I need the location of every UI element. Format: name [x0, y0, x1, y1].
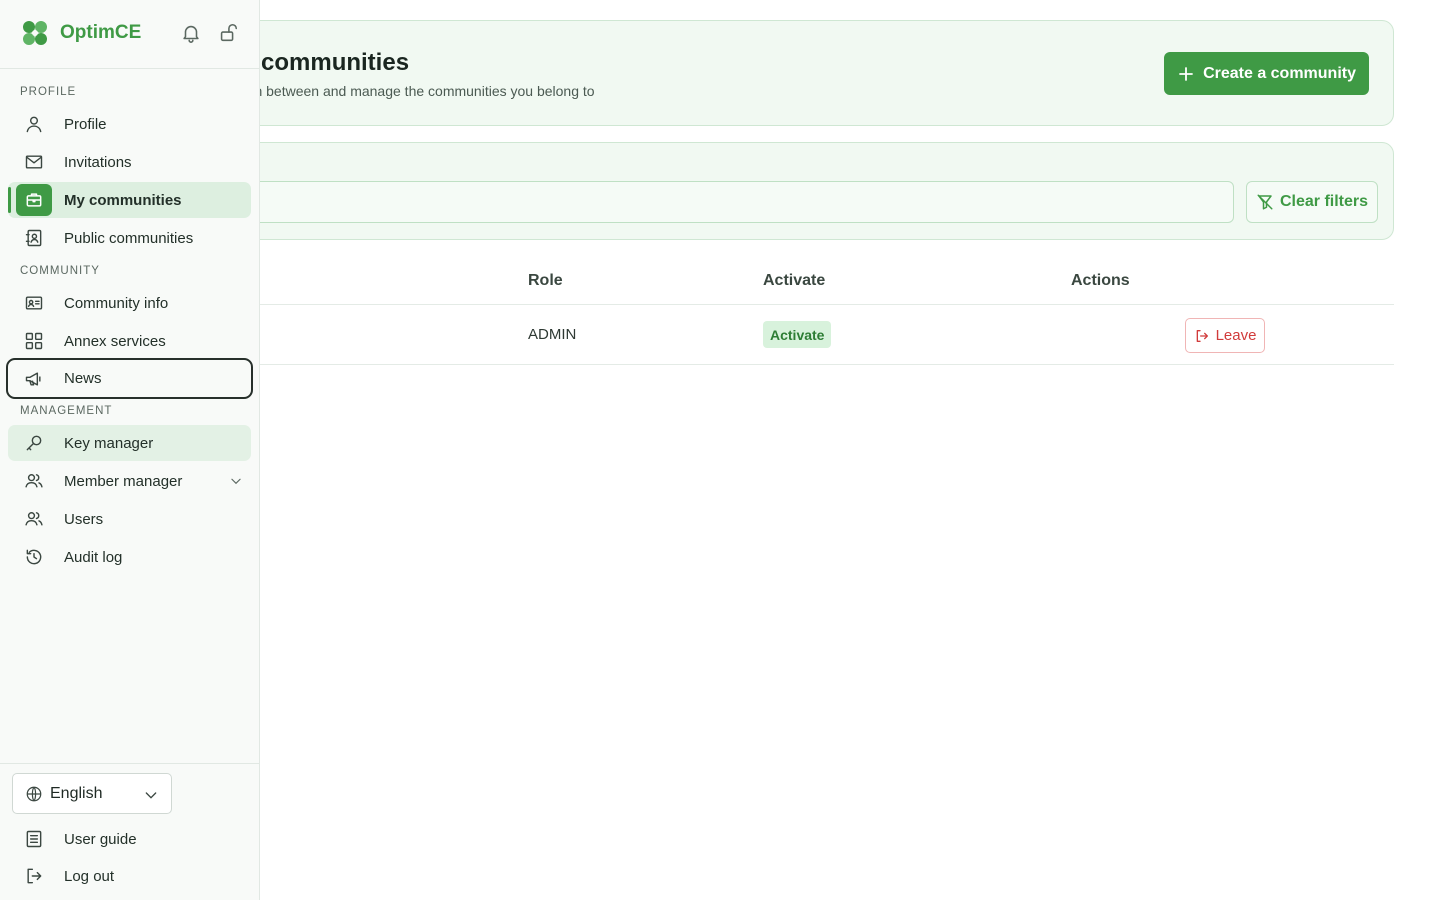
clear-filters-button[interactable]: Clear filters: [1246, 181, 1378, 223]
filter-card: Clear filters: [200, 142, 1394, 240]
page-subtitle: Switch between and manage the communitie…: [221, 83, 595, 99]
sidebar-item-label: Profile: [64, 115, 107, 133]
chevron-down-icon: [145, 792, 157, 799]
grid-icon: [25, 332, 43, 350]
globe-icon: [26, 786, 42, 802]
unlock-icon[interactable]: [217, 22, 239, 44]
create-community-label: Create a community: [1203, 64, 1356, 82]
key-icon: [26, 435, 42, 451]
leave-icon: [1196, 329, 1208, 342]
sidebar-item-community-info[interactable]: Community info: [8, 285, 251, 321]
app-name: OptimCE: [60, 22, 142, 43]
communities-table: Role Activate Actions ADMIN Activate Lea…: [200, 256, 1394, 365]
logout-link[interactable]: Log out: [24, 864, 114, 888]
chevron-down-icon: [231, 478, 241, 485]
sidebar-item-invitations[interactable]: Invitations: [8, 144, 251, 180]
sidebar-item-label: Users: [64, 510, 104, 528]
logout-label: Log out: [64, 867, 115, 885]
user-guide-label: User guide: [64, 830, 137, 848]
megaphone-icon: [25, 372, 41, 386]
section-label-management: MANAGEMENT: [20, 405, 113, 417]
id-card-icon: [25, 296, 43, 310]
user-icon: [26, 116, 42, 133]
sidebar-item-label: Invitations: [64, 153, 132, 171]
sidebar-item-member-manager[interactable]: Member manager: [8, 463, 251, 499]
column-actions: Actions: [1071, 272, 1130, 289]
language-select[interactable]: English: [12, 773, 172, 814]
sidebar-item-public-communities[interactable]: Public communities: [8, 220, 251, 256]
clover-logo-icon: [23, 21, 47, 45]
sidebar-item-key-manager[interactable]: Key manager: [8, 425, 251, 461]
sidebar-item-news[interactable]: News: [6, 358, 253, 399]
sidebar-item-label: Community info: [64, 294, 169, 312]
plus-icon: [1179, 66, 1193, 81]
sidebar-item-label: Audit log: [64, 548, 123, 566]
sidebar-item-label: My communities: [64, 191, 182, 209]
sidebar-item-annex-services[interactable]: Annex services: [8, 323, 251, 359]
logout-icon: [27, 868, 42, 884]
contact-book-icon: [25, 229, 42, 247]
sidebar-item-label: Key manager: [64, 434, 154, 452]
language-value: English: [50, 784, 103, 802]
sidebar-item-label: Annex services: [64, 332, 166, 350]
sidebar-item-label: Member manager: [64, 472, 183, 490]
bell-icon[interactable]: [180, 22, 202, 44]
sidebar-item-profile[interactable]: Profile: [8, 106, 251, 142]
leave-button[interactable]: Leave: [1185, 318, 1265, 353]
role-cell: ADMIN: [528, 326, 577, 343]
sidebar-item-my-communities[interactable]: My communities: [8, 182, 251, 218]
leave-label: Leave: [1215, 327, 1257, 344]
sidebar: OptimCE PROFILE Profile Invitations My c…: [0, 0, 260, 900]
table-row: ADMIN Activate Leave: [200, 305, 1394, 365]
page-header-card: My communities Switch between and manage…: [200, 20, 1394, 126]
sidebar-divider: [0, 68, 259, 69]
sidebar-item-label: News: [64, 370, 102, 387]
section-label-community: COMMUNITY: [20, 265, 100, 277]
column-activate: Activate: [763, 272, 826, 289]
column-role: Role: [528, 272, 563, 289]
users-icon: [25, 512, 43, 526]
sidebar-item-users[interactable]: Users: [8, 501, 251, 537]
activate-button[interactable]: Activate: [763, 321, 832, 348]
table-header: Role Activate Actions: [200, 256, 1394, 305]
book-icon: [26, 830, 42, 848]
history-icon: [26, 549, 42, 565]
sidebar-item-audit-log[interactable]: Audit log: [8, 539, 251, 575]
create-community-button[interactable]: Create a community: [1164, 52, 1369, 95]
briefcase-icon: [26, 193, 42, 207]
mail-icon: [25, 155, 43, 169]
section-label-profile: PROFILE: [20, 86, 77, 98]
brand[interactable]: OptimCE: [20, 18, 141, 48]
sidebar-bottom-divider: [0, 763, 259, 764]
active-indicator: [8, 187, 11, 213]
sidebar-item-label: Public communities: [64, 229, 194, 247]
users-icon: [25, 474, 43, 488]
clear-filters-label: Clear filters: [1279, 193, 1369, 210]
user-guide-link[interactable]: User guide: [24, 827, 137, 851]
search-input[interactable]: [221, 181, 1234, 223]
filter-clear-icon: [1257, 194, 1273, 210]
